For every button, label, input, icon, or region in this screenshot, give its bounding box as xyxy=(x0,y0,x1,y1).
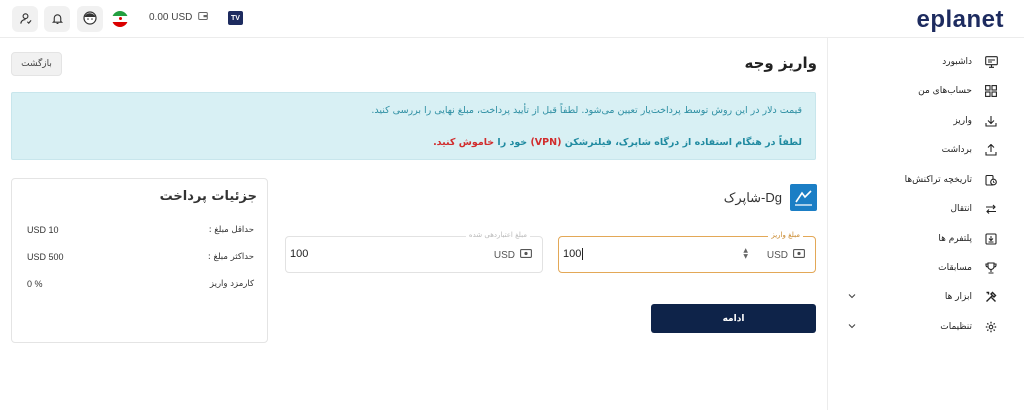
sidebar-item-label: انتقال xyxy=(950,204,972,214)
trophy-icon xyxy=(984,261,998,275)
deposit-amount-value: 100 xyxy=(563,248,584,261)
banknote-icon xyxy=(793,249,805,261)
alert-price-note: قیمت دلار در این روش توسط پرداخت‌یار تعی… xyxy=(371,105,802,116)
bell-icon xyxy=(51,10,64,29)
upload-icon xyxy=(984,143,998,157)
download-icon xyxy=(984,114,998,128)
iran-flag-icon[interactable] xyxy=(112,11,128,27)
sidebar-item-dashboard[interactable]: داشبورد xyxy=(827,49,1024,75)
sidebar-item-tools[interactable]: ابزار ها xyxy=(827,284,1024,310)
gear-icon xyxy=(984,320,998,334)
sidebar-item-label: برداشت xyxy=(941,145,972,155)
detail-row-fee: کارمزد واریز 0 % xyxy=(27,279,254,289)
transfer-icon xyxy=(984,202,998,216)
user-icon xyxy=(19,10,32,29)
banknote-icon xyxy=(520,249,532,261)
sidebar-item-label: واریز xyxy=(953,116,972,126)
detail-row-max: حداکثر مبلغ : USD 500 xyxy=(27,252,254,262)
gateway-name: Dg-شاپرک xyxy=(723,189,782,205)
alert-vpn-warning: لطفاً در هنگام استفاده از درگاه شاپرک، ف… xyxy=(433,137,802,148)
credited-amount-value: 100 xyxy=(290,248,309,260)
sidebar-item-platforms[interactable]: پلتفرم ها xyxy=(827,226,1024,252)
support-avatar-icon xyxy=(83,10,97,29)
grid-icon xyxy=(984,84,998,98)
detail-row-min: حداقل مبلغ : USD 10 xyxy=(27,225,254,235)
payment-details-title: جزئیات پرداخت xyxy=(159,189,257,204)
sidebar-item-withdraw[interactable]: برداشت xyxy=(827,137,1024,163)
monitor-icon xyxy=(984,55,998,69)
credited-amount-field: مبلغ اعتبار‌دهی شده 100 USD xyxy=(285,231,543,273)
platform-icon xyxy=(984,232,998,246)
shaparak-logo-icon xyxy=(790,184,817,211)
sidebar-item-label: حساب‌های من xyxy=(918,86,972,96)
sidebar-item-deposit[interactable]: واریز xyxy=(827,108,1024,134)
tools-icon xyxy=(984,290,998,304)
sidebar-item-accounts[interactable]: حساب‌های من xyxy=(827,78,1024,104)
sidebar-item-label: تاریخچه تراکنش‌ها xyxy=(904,175,972,185)
chevron-down-icon xyxy=(847,321,857,334)
wallet-balance[interactable]: 0.00 USD xyxy=(149,11,209,24)
page-title: واریز وجه xyxy=(744,54,817,72)
balance-amount: 0.00 USD xyxy=(149,12,193,23)
gateway-header: Dg-شاپرک xyxy=(724,184,817,211)
number-spinner[interactable]: ▲ ▼ xyxy=(743,248,748,260)
sidebar-item-label: تنظیمات xyxy=(940,322,972,332)
credited-amount-label: مبلغ اعتبار‌دهی شده xyxy=(465,231,530,239)
deposit-amount-label: مبلغ واریز xyxy=(768,231,803,239)
chevron-down-icon[interactable]: ▼ xyxy=(743,254,748,260)
sidebar-item-history[interactable]: تاریخچه تراکنش‌ها xyxy=(827,167,1024,193)
support-button[interactable] xyxy=(77,6,103,32)
vpn-highlight: (VPN) xyxy=(530,137,562,148)
user-menu-button[interactable] xyxy=(12,6,38,32)
currency-indicator: USD xyxy=(494,249,532,261)
currency-indicator: USD xyxy=(767,249,805,261)
wallet-icon xyxy=(198,11,209,24)
sidebar-item-transfer[interactable]: انتقال xyxy=(827,196,1024,222)
info-alert: قیمت دلار در این روش توسط پرداخت‌یار تعی… xyxy=(11,92,816,160)
sidebar: داشبورد حساب‌های من واریز برداشت تاریخچه… xyxy=(827,38,1024,410)
sidebar-item-label: پلتفرم ها xyxy=(938,234,972,244)
sidebar-item-settings[interactable]: تنظیمات xyxy=(827,314,1024,340)
top-bar: 0.00 USD TV eplanet xyxy=(0,0,1024,38)
chevron-down-icon xyxy=(847,291,857,304)
turn-off-highlight: خاموش کنید. xyxy=(433,137,495,148)
sidebar-item-competitions[interactable]: مسابقات xyxy=(827,255,1024,281)
back-button[interactable]: بازگشت xyxy=(11,52,62,76)
eplanet-logo[interactable]: eplanet xyxy=(916,6,1004,34)
notifications-button[interactable] xyxy=(44,6,70,32)
sidebar-item-label: داشبورد xyxy=(942,57,972,67)
history-icon xyxy=(984,173,998,187)
sidebar-item-label: ابزار ها xyxy=(944,292,972,302)
continue-button[interactable]: ادامه xyxy=(651,304,816,333)
payment-details-card: جزئیات پرداخت حداقل مبلغ : USD 10 حداکثر… xyxy=(11,178,268,343)
tv-icon[interactable]: TV xyxy=(228,11,243,25)
sidebar-item-label: مسابقات xyxy=(938,263,972,273)
deposit-amount-input[interactable]: مبلغ واریز 100 ▲ ▼ USD xyxy=(558,231,816,273)
